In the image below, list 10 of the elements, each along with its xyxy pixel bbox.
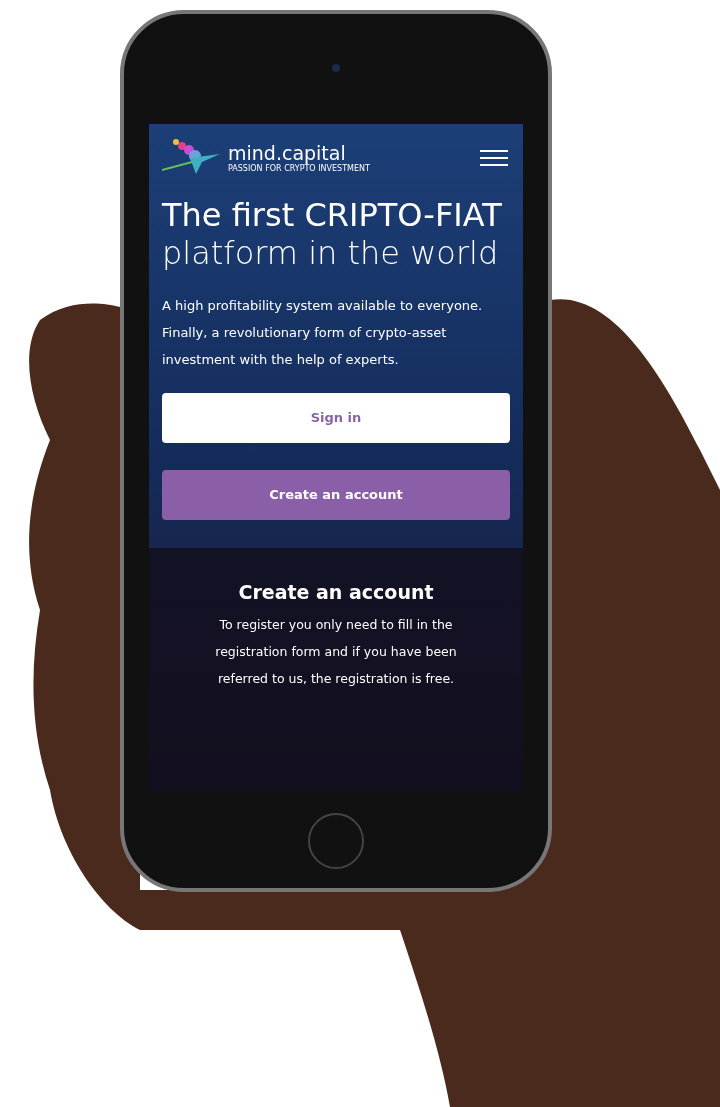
menu-button[interactable] (478, 148, 510, 168)
hero-headline: The first CRIPTO-FIAT platform in the world (162, 196, 503, 272)
register-text: To register you only need to fill in the registration form and if you have been referred to us, the registration is free. (214, 615, 458, 688)
create-account-button[interactable]: Create an account (162, 470, 510, 520)
hero-text: A high profitability system available to everyone. Finally, a revolutionary form of crypto-asset investment with the help of experts. (162, 297, 484, 369)
camera-icon (332, 64, 340, 72)
logo-name: mind.capital (228, 142, 347, 164)
logo-tagline: PASSION FOR CRYPTO INVESTMENT (228, 164, 370, 174)
sign-in-button[interactable]: Sign in (162, 393, 510, 443)
register-title: Create an account (238, 580, 434, 605)
